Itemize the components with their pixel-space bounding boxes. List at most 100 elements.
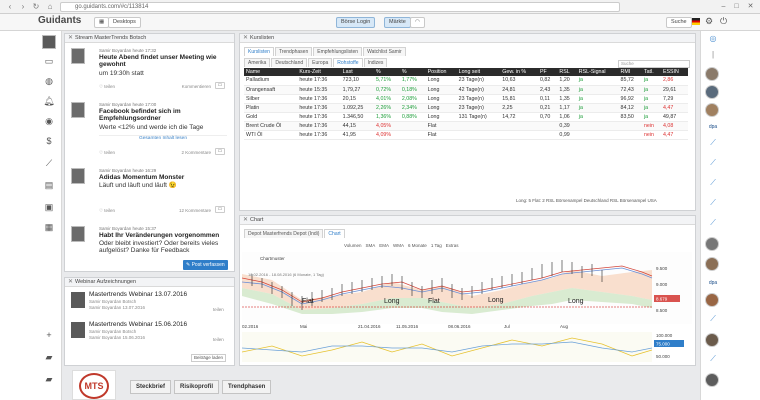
guidants-logo[interactable]: Guidants (38, 15, 81, 26)
author-avatar[interactable] (71, 48, 85, 64)
tab-depot[interactable]: Depot Masterfrends Depot (Indi) (244, 229, 324, 238)
contact-avatar[interactable] (705, 257, 719, 271)
column-header[interactable]: ESSIN (660, 68, 688, 76)
price-chart[interactable]: Chartmuster 18.02.2016 - 18.08.2016 (6 M… (242, 252, 692, 364)
add-icon[interactable]: + (42, 329, 56, 341)
folder-icon[interactable]: ▰ (42, 351, 56, 363)
table-row[interactable]: Palladium heute 17:36 723,10 5,71% 1,77% Long… (244, 76, 688, 86)
chart-icon[interactable]: ⟋ (707, 197, 719, 209)
tool-interval[interactable]: 1 Tag (431, 241, 442, 250)
tool-sma[interactable]: SMA (366, 241, 376, 250)
comment-icon[interactable]: ▭ (215, 148, 225, 155)
column-header[interactable]: Long seit (456, 68, 501, 76)
column-header[interactable]: RMI (618, 68, 642, 76)
maerkte-button[interactable]: Märkte (384, 17, 411, 28)
contact-avatar[interactable] (705, 293, 719, 307)
column-header[interactable]: RSL-Signal (576, 68, 619, 76)
close-icon[interactable]: ✕ (745, 1, 756, 12)
tab-kurslisten[interactable]: Kurslisten (244, 47, 274, 56)
eye-icon[interactable]: ◉ (42, 115, 56, 127)
dpa-afx-icon[interactable]: dpa (707, 277, 719, 289)
close-panel-icon[interactable]: ✕ (68, 278, 73, 287)
reload-icon[interactable]: ↻ (30, 2, 42, 12)
link-icon[interactable]: ⟋ (707, 137, 719, 149)
chart-line-icon[interactable]: ⟋ (42, 157, 56, 169)
monitor-icon[interactable]: ▭ (42, 55, 56, 67)
close-panel-icon[interactable]: ✕ (243, 216, 248, 225)
boerse-login-button[interactable]: Börse Login (336, 17, 376, 28)
column-header[interactable]: PF (538, 68, 558, 76)
column-header[interactable]: Last (340, 68, 375, 76)
column-header[interactable]: Gew. in % (500, 68, 539, 76)
tab-watchlist[interactable]: Watchlist Samir (363, 47, 406, 56)
desktops-button[interactable]: Desktops (108, 17, 141, 28)
author-avatar[interactable] (71, 102, 85, 118)
post-title[interactable]: Habt Ihr Veränderungen vorgenommen (99, 232, 229, 239)
contact-avatar[interactable] (705, 333, 719, 347)
table-icon[interactable]: ▤ (42, 179, 56, 191)
grid-icon[interactable]: ▦ (94, 17, 110, 28)
table-search-input[interactable]: Suche (618, 60, 690, 68)
column-header[interactable]: Name (244, 68, 298, 76)
webinar-title[interactable]: Mastertrends Webinar 13.07.2016 (89, 291, 187, 298)
comment-icon[interactable]: ▭ (215, 206, 225, 213)
subtab-europa[interactable]: Europa (308, 58, 333, 67)
column-header[interactable]: Tatl. (641, 68, 661, 76)
chart-icon[interactable]: ⟋ (707, 177, 719, 189)
steckbrief-button[interactable]: Steckbrief (130, 380, 172, 394)
author-avatar[interactable] (71, 226, 85, 242)
lightbulb-icon[interactable]: ◎ (707, 33, 719, 45)
close-panel-icon[interactable]: ✕ (243, 34, 248, 43)
author-avatar[interactable] (71, 168, 85, 184)
tool-wma[interactable]: WMA (393, 241, 404, 250)
subtab-deutschland[interactable]: Deutschland (271, 58, 308, 67)
dollar-icon[interactable]: $ (42, 135, 56, 147)
table-row[interactable]: Silber heute 17:36 20,15 4,01% 2,08% Long 23 T… (244, 94, 688, 104)
tab-chart[interactable]: Chart (324, 229, 345, 238)
logout-icon[interactable]: ⏻ (720, 16, 727, 27)
search-button[interactable]: Suche (666, 17, 692, 28)
mts-logo[interactable]: MTS (72, 370, 116, 400)
column-header[interactable]: Kurs-Zeit (297, 68, 341, 76)
tool-volumen[interactable]: Volumen (344, 241, 362, 250)
calendar-icon[interactable]: ▦ (42, 221, 56, 233)
webinar-avatar[interactable] (71, 322, 85, 338)
url-bar[interactable]: go.guidants.com/#c/113814 (60, 2, 620, 12)
column-header[interactable]: % (374, 68, 400, 76)
chart-icon[interactable]: ⟋ (707, 157, 719, 169)
contact-avatar[interactable] (705, 237, 719, 251)
trendphasen-button[interactable]: Trendphasen (222, 380, 272, 394)
table-row[interactable]: Gold heute 17:36 1.346,50 1,36% 0,88% Long 131… (244, 112, 688, 122)
post-title[interactable]: Facebook befindet sich im Empfehlungsord… (99, 108, 229, 122)
close-panel-icon[interactable]: ✕ (68, 34, 73, 43)
settings-icon[interactable]: ⚙ (705, 16, 713, 27)
vertical-bar-icon[interactable]: | (707, 49, 719, 61)
table-row[interactable]: WTI Öl heute 17:36 41,95 4,09% Flat 0,99 nein 4… (244, 130, 688, 140)
load-more-button[interactable]: Beiträge laden (191, 354, 227, 362)
contact-avatar[interactable] (705, 85, 719, 99)
home-icon[interactable]: ⌂ (44, 2, 56, 12)
user-avatar[interactable] (42, 35, 56, 49)
webinar-title[interactable]: Mastertrends Webinar 15.06.2016 (89, 321, 187, 328)
webinar-avatar[interactable] (71, 292, 85, 308)
read-more-link[interactable]: Gesamten Inhalt lesen (99, 135, 227, 141)
contact-avatar[interactable] (705, 103, 719, 117)
back-icon[interactable]: ‹ (4, 2, 16, 12)
tool-ema[interactable]: EMA (379, 241, 389, 250)
chart-icon[interactable]: ⟋ (707, 313, 719, 325)
table-row[interactable]: Platin heute 17:36 1.092,25 2,26% 2,34% Long 2… (244, 103, 688, 113)
tab-empfehlungslisten[interactable]: Empfehlungslisten (313, 47, 363, 56)
share-link[interactable]: teilen (213, 307, 224, 312)
de-flag-icon[interactable] (692, 18, 700, 25)
column-header[interactable]: RSL (557, 68, 577, 76)
column-header[interactable]: Position (425, 68, 457, 76)
subtab-rohstoffe[interactable]: Rohstoffe (333, 58, 363, 67)
post-title[interactable]: Heute Abend findet unser Meeting wie gew… (99, 54, 229, 68)
write-post-button[interactable]: ✎ Post verfassen (183, 260, 228, 270)
chart-icon[interactable]: ⟋ (707, 217, 719, 229)
bell-icon[interactable]: 🔔︎ (42, 95, 56, 107)
gauge-icon[interactable]: ◠ (410, 17, 425, 28)
subtab-amerika[interactable]: Amerika (244, 58, 271, 67)
risikoprofil-button[interactable]: Risikoprofil (174, 380, 220, 394)
forward-icon[interactable]: › (17, 2, 29, 12)
